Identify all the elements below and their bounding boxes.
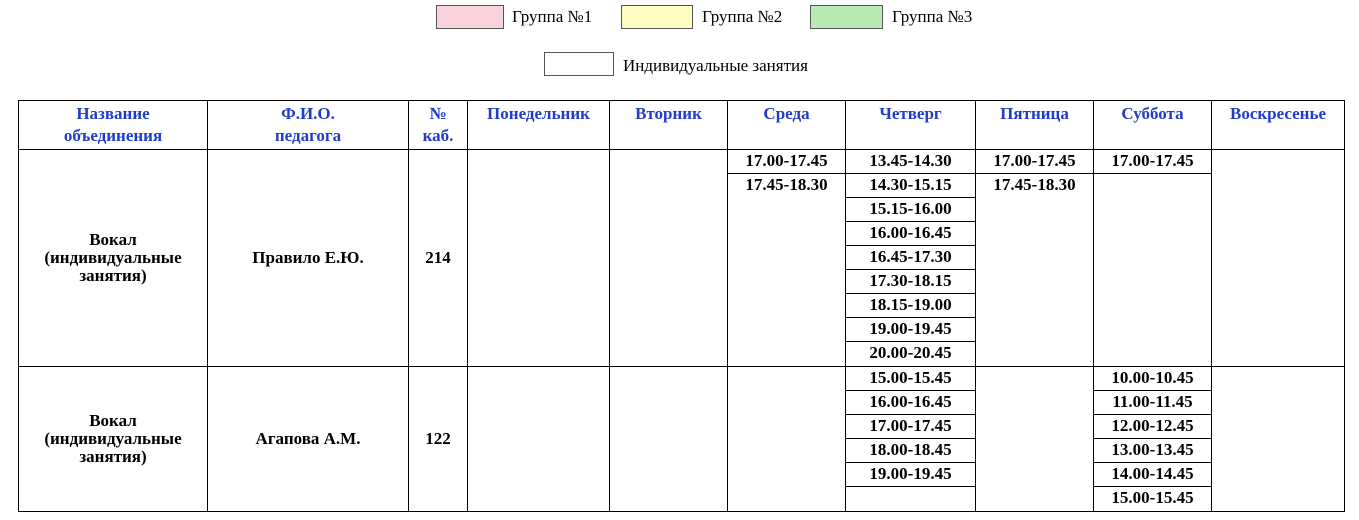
table-header-row: Название объединения Ф.И.О. педагога № каб.… [18, 100, 1345, 150]
time-slot: 13.45-14.30 [846, 150, 975, 174]
legend-swatch-group3 [810, 5, 883, 29]
teacher-cell: Агапова А.М. [207, 366, 409, 512]
tuesday-cell [609, 149, 728, 367]
header-friday: Пятница [975, 100, 1094, 150]
time-slot: 17.00-17.45 [846, 415, 975, 439]
time-slot: 17.00-17.45 [976, 150, 1093, 174]
time-slot: 17.00-17.45 [728, 150, 845, 174]
association-name-cell: Вокал (индивидуальные занятия) [18, 149, 208, 367]
header-teacher: Ф.И.О. педагога [207, 100, 409, 150]
sunday-cell [1211, 149, 1345, 367]
wednesday-cell: 17.00-17.45 17.45-18.30 [727, 149, 846, 367]
header-wednesday: Среда [727, 100, 846, 150]
header-saturday: Суббота [1093, 100, 1212, 150]
sunday-cell [1211, 366, 1345, 512]
friday-cell [975, 366, 1094, 512]
time-slot: 12.00-12.45 [1094, 415, 1211, 439]
thursday-cell: 13.45-14.30 14.30-15.15 15.15-16.00 16.0… [845, 149, 976, 367]
legend-label-group1: Группа №1 [512, 7, 593, 26]
time-slot: 17.00-17.45 [1094, 150, 1211, 174]
time-slot: 11.00-11.45 [1094, 391, 1211, 415]
saturday-cell: 10.00-10.45 11.00-11.45 12.00-12.45 13.0… [1093, 366, 1212, 512]
time-slot: 10.00-10.45 [1094, 367, 1211, 391]
time-slot: 16.00-16.45 [846, 391, 975, 415]
legend-label-individual: Индивидуальные занятия [623, 56, 808, 75]
time-slot: 15.15-16.00 [846, 198, 975, 222]
time-slot: 15.00-15.45 [846, 367, 975, 391]
time-slot: 19.00-19.45 [846, 463, 975, 487]
time-slot: 14.00-14.45 [1094, 463, 1211, 487]
teacher-cell: Правило Е.Ю. [207, 149, 409, 367]
time-slot: 13.00-13.45 [1094, 439, 1211, 463]
table-row: Вокал (индивидуальные занятия) Правило Е… [18, 149, 1345, 367]
time-slot: 17.45-18.30 [993, 175, 1076, 194]
saturday-cell: 17.00-17.45 [1093, 149, 1212, 367]
monday-cell [467, 366, 610, 512]
tuesday-cell [609, 366, 728, 512]
time-slot: 15.00-15.45 [1111, 488, 1194, 507]
thursday-cell: 15.00-15.45 16.00-16.45 17.00-17.45 18.0… [845, 366, 976, 512]
friday-cell: 17.00-17.45 17.45-18.30 [975, 149, 1094, 367]
time-slot: 20.00-20.45 [869, 343, 952, 362]
time-slot: 16.00-16.45 [846, 222, 975, 246]
room-cell: 122 [408, 366, 468, 512]
header-name: Название объединения [18, 100, 208, 150]
header-tuesday: Вторник [609, 100, 728, 150]
header-thursday: Четверг [845, 100, 976, 150]
time-slot: 14.30-15.15 [846, 174, 975, 198]
time-slot: 18.00-18.45 [846, 439, 975, 463]
monday-cell [467, 149, 610, 367]
legend-swatch-individual [544, 52, 614, 76]
time-slot: 16.45-17.30 [846, 246, 975, 270]
table-row: Вокал (индивидуальные занятия) Агапова А… [18, 366, 1345, 512]
header-monday: Понедельник [467, 100, 610, 150]
schedule-table: Название объединения Ф.И.О. педагога № каб.… [18, 100, 1345, 512]
header-room: № каб. [408, 100, 468, 150]
time-slot: 17.30-18.15 [846, 270, 975, 294]
time-slot: 17.45-18.30 [745, 175, 828, 194]
time-slot: 19.00-19.45 [846, 318, 975, 342]
wednesday-cell [727, 366, 846, 512]
time-slot: 18.15-19.00 [846, 294, 975, 318]
association-name-cell: Вокал (индивидуальные занятия) [18, 366, 208, 512]
header-sunday: Воскресенье [1211, 100, 1345, 150]
legend-label-group2: Группа №2 [702, 7, 783, 26]
legend-swatch-group2 [621, 5, 693, 29]
legend-swatch-group1 [436, 5, 504, 29]
room-cell: 214 [408, 149, 468, 367]
legend-label-group3: Группа №3 [892, 7, 973, 26]
